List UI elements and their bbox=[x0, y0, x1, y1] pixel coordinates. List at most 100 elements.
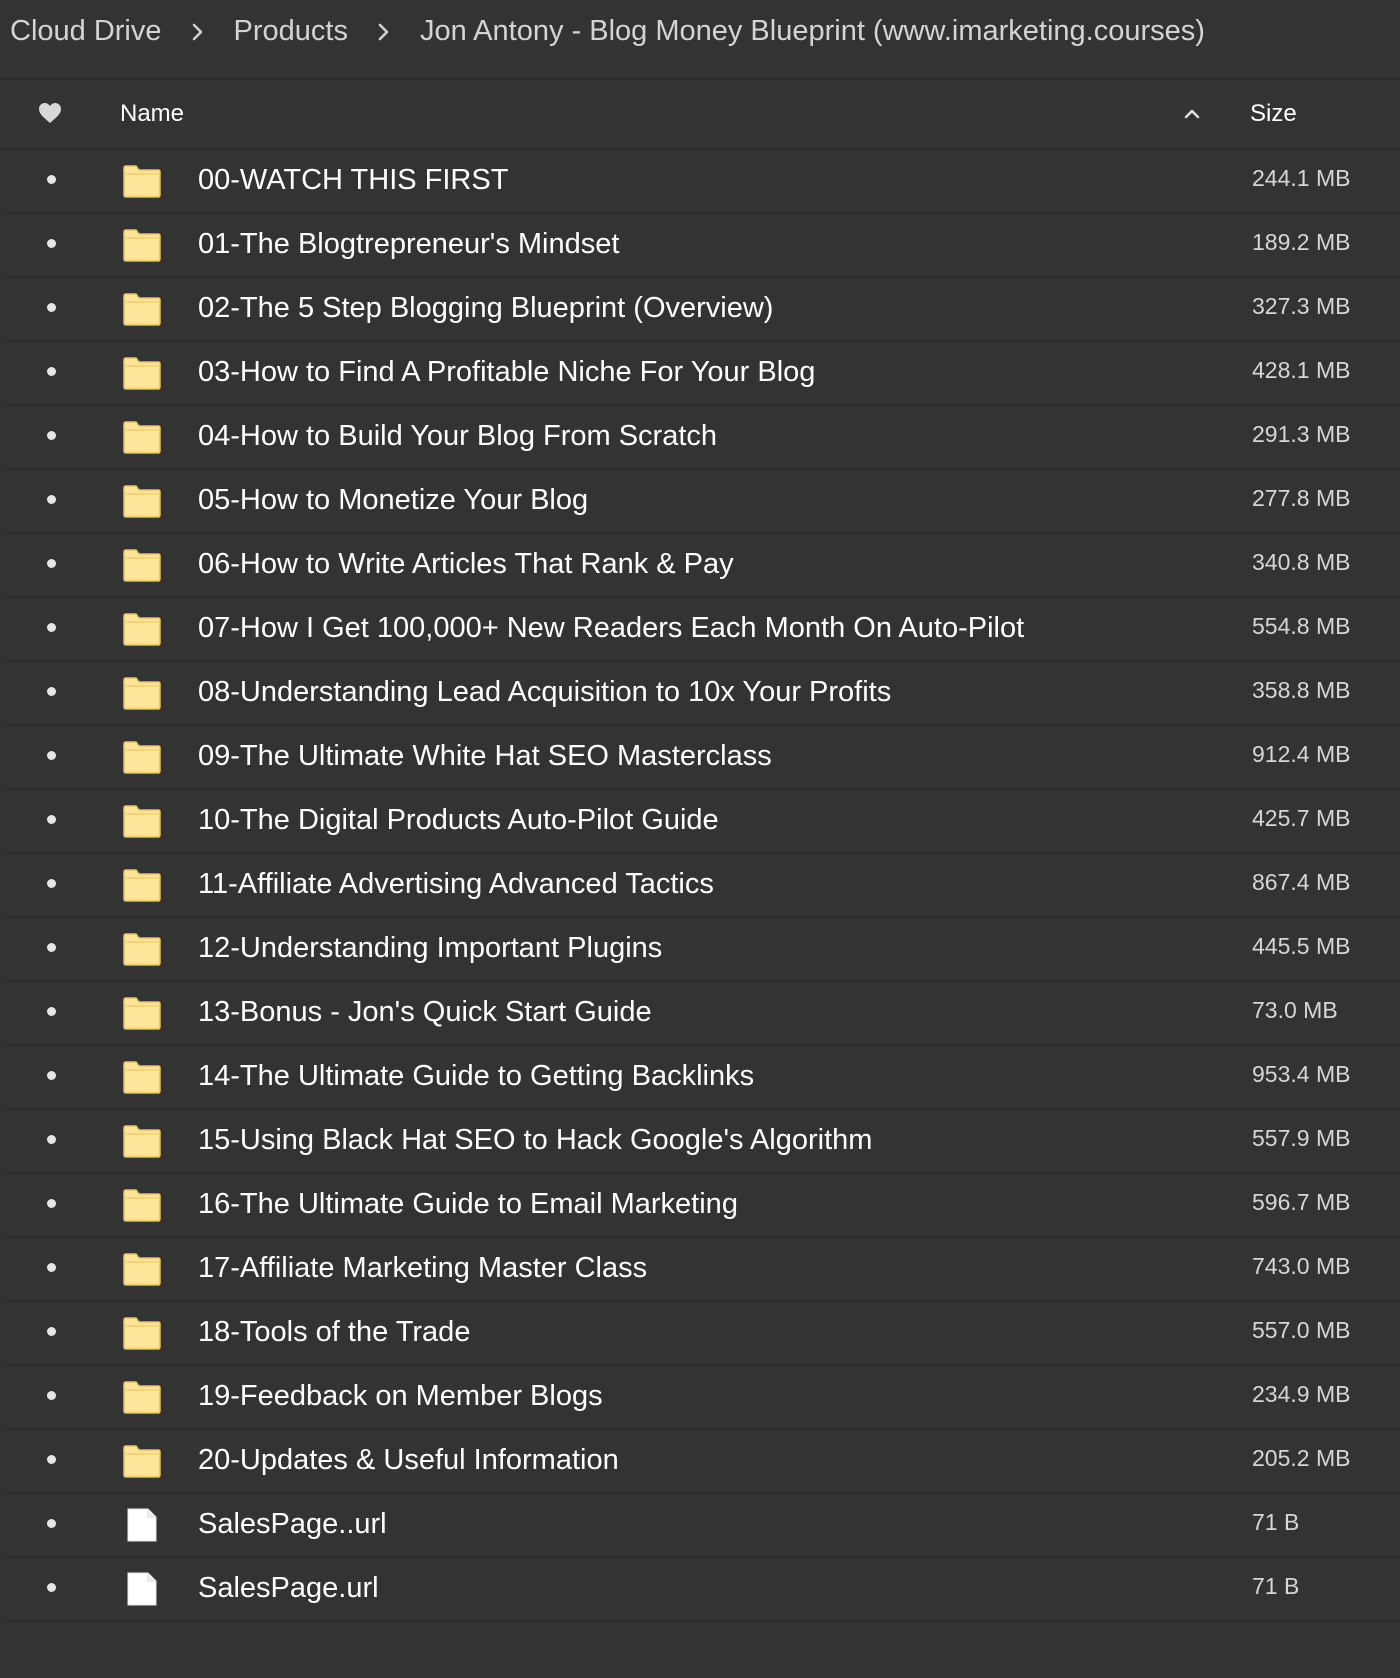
item-name[interactable]: 04-How to Build Your Blog From Scratch bbox=[198, 420, 717, 453]
item-name[interactable]: 11-Affiliate Advertising Advanced Tactic… bbox=[198, 868, 714, 901]
folder-icon bbox=[122, 484, 162, 518]
item-name[interactable]: 15-Using Black Hat SEO to Hack Google's … bbox=[198, 1124, 872, 1157]
item-size: 596.7 MB bbox=[1252, 1189, 1351, 1215]
folder-row[interactable]: 00-WATCH THIS FIRST 244.1 MB bbox=[6, 150, 1400, 214]
folder-icon bbox=[122, 676, 162, 710]
item-size: 554.8 MB bbox=[1252, 613, 1351, 639]
row-marker-dot bbox=[47, 239, 56, 248]
item-name[interactable]: SalesPage.url bbox=[198, 1572, 379, 1605]
breadcrumb-products[interactable]: Products bbox=[234, 15, 348, 48]
item-name[interactable]: 05-How to Monetize Your Blog bbox=[198, 484, 588, 517]
item-size: 291.3 MB bbox=[1252, 421, 1351, 447]
row-marker-dot bbox=[47, 943, 56, 952]
item-size: 340.8 MB bbox=[1252, 549, 1351, 575]
folder-row[interactable]: 02-The 5 Step Blogging Blueprint (Overvi… bbox=[6, 278, 1400, 342]
folder-icon bbox=[122, 932, 162, 966]
row-marker-dot bbox=[47, 1519, 56, 1528]
chevron-up-icon[interactable] bbox=[1182, 103, 1202, 123]
row-marker-dot bbox=[47, 559, 56, 568]
item-name[interactable]: 20-Updates & Useful Information bbox=[198, 1444, 619, 1477]
file-icon bbox=[122, 1572, 162, 1606]
breadcrumb-current-folder[interactable]: Jon Antony - Blog Money Blueprint (www.i… bbox=[420, 15, 1205, 48]
folder-row[interactable]: 20-Updates & Useful Information 205.2 MB bbox=[6, 1430, 1400, 1494]
folder-icon bbox=[122, 1380, 162, 1414]
folder-row[interactable]: 13-Bonus - Jon's Quick Start Guide 73.0 M… bbox=[6, 982, 1400, 1046]
folder-row[interactable]: 15-Using Black Hat SEO to Hack Google's … bbox=[6, 1110, 1400, 1174]
row-marker-dot bbox=[47, 623, 56, 632]
item-size: 189.2 MB bbox=[1252, 229, 1351, 255]
item-size: 953.4 MB bbox=[1252, 1061, 1351, 1087]
folder-icon bbox=[122, 804, 162, 838]
folder-icon bbox=[122, 868, 162, 902]
item-size: 71 B bbox=[1252, 1509, 1300, 1535]
row-marker-dot bbox=[47, 1327, 56, 1336]
item-size: 867.4 MB bbox=[1252, 869, 1351, 895]
folder-row[interactable]: 05-How to Monetize Your Blog 277.8 MB bbox=[6, 470, 1400, 534]
folder-row[interactable]: 17-Affiliate Marketing Master Class 743.0… bbox=[6, 1238, 1400, 1302]
file-row[interactable]: SalesPage.url 71 B bbox=[6, 1558, 1400, 1622]
row-marker-dot bbox=[47, 1455, 56, 1464]
folder-icon bbox=[122, 228, 162, 262]
folder-row[interactable]: 01-The Blogtrepreneur's Mindset 189.2 MB bbox=[6, 214, 1400, 278]
folder-row[interactable]: 11-Affiliate Advertising Advanced Tactic… bbox=[6, 854, 1400, 918]
item-name[interactable]: 00-WATCH THIS FIRST bbox=[198, 164, 508, 197]
item-name[interactable]: 16-The Ultimate Guide to Email Marketing bbox=[198, 1188, 738, 1221]
item-size: 277.8 MB bbox=[1252, 485, 1351, 511]
item-name[interactable]: 10-The Digital Products Auto-Pilot Guide bbox=[198, 804, 719, 837]
item-name[interactable]: 14-The Ultimate Guide to Getting Backlin… bbox=[198, 1060, 754, 1093]
row-marker-dot bbox=[47, 815, 56, 824]
row-marker-dot bbox=[47, 751, 56, 760]
folder-row[interactable]: 16-The Ultimate Guide to Email Marketing… bbox=[6, 1174, 1400, 1238]
folder-icon bbox=[122, 292, 162, 326]
folder-row[interactable]: 19-Feedback on Member Blogs 234.9 MB bbox=[6, 1366, 1400, 1430]
row-marker-dot bbox=[47, 367, 56, 376]
item-name[interactable]: 03-How to Find A Profitable Niche For Yo… bbox=[198, 356, 815, 389]
file-list: 00-WATCH THIS FIRST 244.1 MB 01-The Blogtr… bbox=[0, 150, 1400, 1622]
folder-row[interactable]: 09-The Ultimate White Hat SEO Masterclas… bbox=[6, 726, 1400, 790]
item-size: 244.1 MB bbox=[1252, 165, 1351, 191]
item-size: 358.8 MB bbox=[1252, 677, 1351, 703]
item-name[interactable]: 12-Understanding Important Plugins bbox=[198, 932, 662, 965]
folder-icon bbox=[122, 356, 162, 390]
folder-icon bbox=[122, 1060, 162, 1094]
item-name[interactable]: 19-Feedback on Member Blogs bbox=[198, 1380, 603, 1413]
folder-row[interactable]: 14-The Ultimate Guide to Getting Backlin… bbox=[6, 1046, 1400, 1110]
folder-row[interactable]: 12-Understanding Important Plugins 445.5 … bbox=[6, 918, 1400, 982]
folder-row[interactable]: 04-How to Build Your Blog From Scratch 29… bbox=[6, 406, 1400, 470]
row-marker-dot bbox=[47, 1007, 56, 1016]
folder-icon bbox=[122, 1188, 162, 1222]
folder-row[interactable]: 06-How to Write Articles That Rank & Pay… bbox=[6, 534, 1400, 598]
folder-row[interactable]: 03-How to Find A Profitable Niche For Yo… bbox=[6, 342, 1400, 406]
row-marker-dot bbox=[47, 431, 56, 440]
item-name[interactable]: 17-Affiliate Marketing Master Class bbox=[198, 1252, 647, 1285]
row-marker-dot bbox=[47, 1391, 56, 1400]
file-row[interactable]: SalesPage..url 71 B bbox=[6, 1494, 1400, 1558]
folder-row[interactable]: 18-Tools of the Trade 557.0 MB bbox=[6, 1302, 1400, 1366]
item-name[interactable]: 01-The Blogtrepreneur's Mindset bbox=[198, 228, 619, 261]
chevron-right-icon bbox=[348, 17, 420, 45]
size-column-header[interactable]: Size bbox=[1250, 100, 1297, 128]
folder-icon bbox=[122, 1444, 162, 1478]
folder-icon bbox=[122, 548, 162, 582]
item-name[interactable]: 18-Tools of the Trade bbox=[198, 1316, 470, 1349]
name-column-header[interactable]: Name bbox=[120, 100, 184, 128]
item-name[interactable]: SalesPage..url bbox=[198, 1508, 387, 1541]
heart-icon[interactable] bbox=[38, 102, 62, 126]
item-size: 234.9 MB bbox=[1252, 1381, 1351, 1407]
breadcrumb-cloud-drive[interactable]: Cloud Drive bbox=[10, 15, 162, 48]
item-name[interactable]: 08-Understanding Lead Acquisition to 10x… bbox=[198, 676, 891, 709]
item-name[interactable]: 02-The 5 Step Blogging Blueprint (Overvi… bbox=[198, 292, 773, 325]
row-marker-dot bbox=[47, 495, 56, 504]
item-name[interactable]: 13-Bonus - Jon's Quick Start Guide bbox=[198, 996, 652, 1029]
folder-row[interactable]: 10-The Digital Products Auto-Pilot Guide… bbox=[6, 790, 1400, 854]
item-size: 71 B bbox=[1252, 1573, 1300, 1599]
folder-icon bbox=[122, 164, 162, 198]
item-size: 743.0 MB bbox=[1252, 1253, 1351, 1279]
item-name[interactable]: 06-How to Write Articles That Rank & Pay bbox=[198, 548, 734, 581]
item-size: 73.0 MB bbox=[1252, 997, 1338, 1023]
item-name[interactable]: 09-The Ultimate White Hat SEO Masterclas… bbox=[198, 740, 772, 773]
item-name[interactable]: 07-How I Get 100,000+ New Readers Each M… bbox=[198, 612, 1024, 645]
folder-icon bbox=[122, 1252, 162, 1286]
folder-row[interactable]: 08-Understanding Lead Acquisition to 10x… bbox=[6, 662, 1400, 726]
folder-row[interactable]: 07-How I Get 100,000+ New Readers Each M… bbox=[6, 598, 1400, 662]
